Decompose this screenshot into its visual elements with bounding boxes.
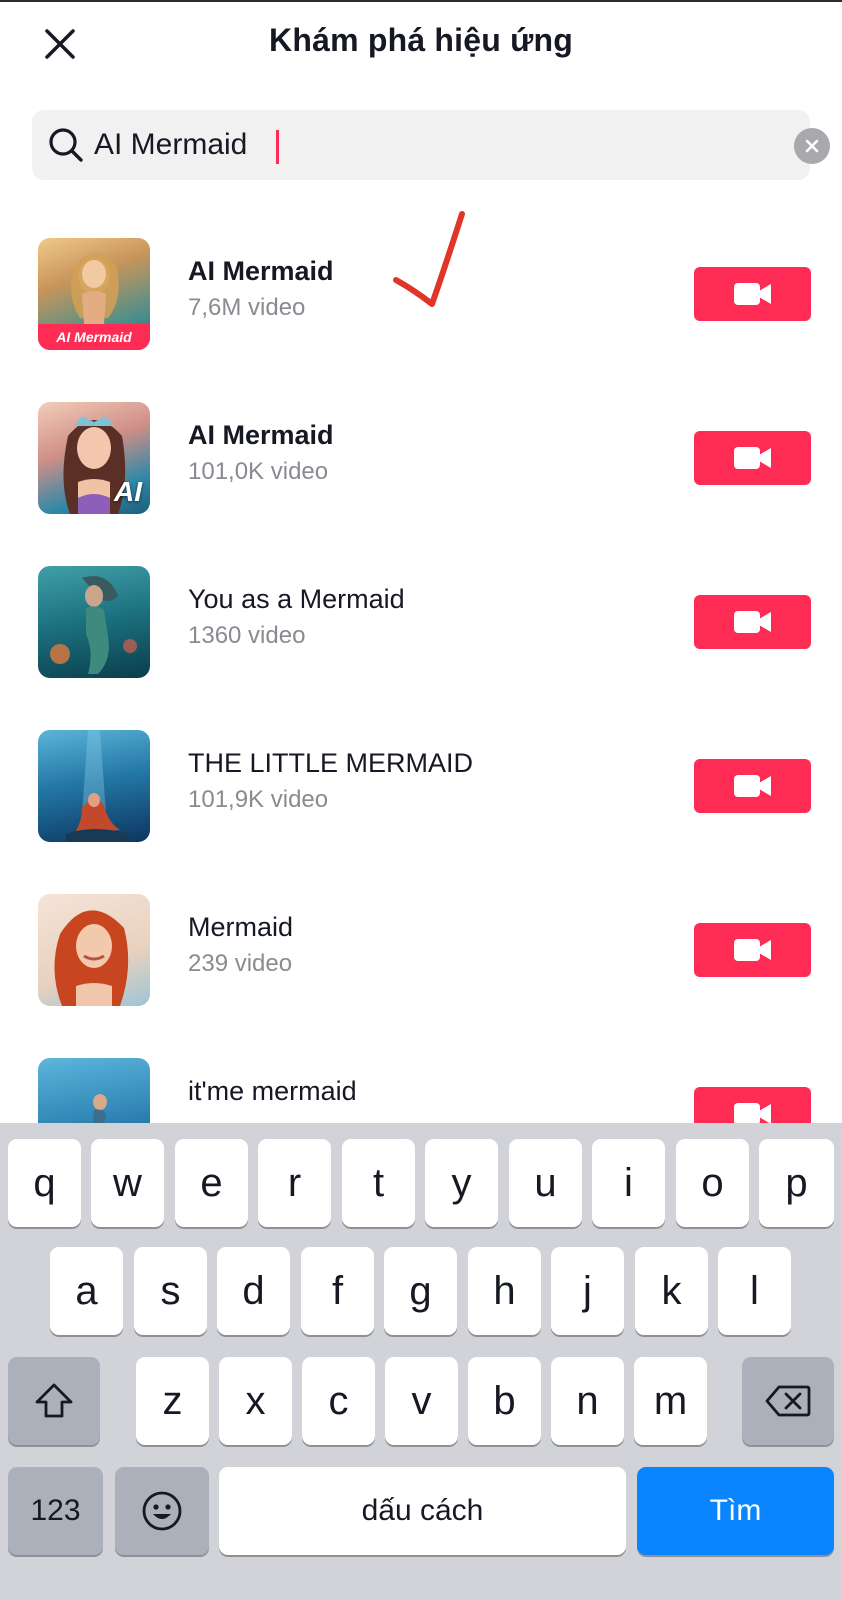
record-button[interactable]: [694, 1087, 811, 1124]
key-o[interactable]: o: [676, 1139, 749, 1227]
key-q[interactable]: q: [8, 1139, 81, 1227]
video-camera-icon: [733, 611, 771, 633]
clear-search-button[interactable]: [794, 128, 830, 164]
search-icon: [49, 128, 83, 162]
record-button[interactable]: [694, 923, 811, 977]
effect-name: You as a Mermaid: [188, 584, 405, 614]
key-c[interactable]: c: [302, 1357, 375, 1445]
checkmark-annotation: [393, 211, 465, 307]
key-z[interactable]: z: [136, 1357, 209, 1445]
key-f[interactable]: f: [301, 1247, 374, 1335]
key-d[interactable]: d: [217, 1247, 290, 1335]
key-p[interactable]: p: [759, 1139, 834, 1227]
key-b[interactable]: b: [468, 1357, 541, 1445]
shift-icon: [35, 1383, 73, 1418]
search-key[interactable]: Tìm: [637, 1467, 834, 1555]
key-u[interactable]: u: [509, 1139, 582, 1227]
page-title: Khám phá hiệu ứng: [269, 22, 573, 58]
key-s[interactable]: s: [134, 1247, 207, 1335]
list-item[interactable]: AI AI Mermaid 101,0K video: [0, 364, 842, 528]
space-key[interactable]: dấu cách: [219, 1467, 626, 1555]
effect-name: Mermaid: [188, 912, 294, 942]
thumbnail-tag: AI: [114, 476, 142, 507]
key-j[interactable]: j: [551, 1247, 624, 1335]
list-item[interactable]: it'me mermaid: [0, 1020, 842, 1124]
key-y[interactable]: y: [425, 1139, 498, 1227]
key-g[interactable]: g: [384, 1247, 457, 1335]
search-input[interactable]: [94, 120, 734, 170]
video-count: 101,9K video: [188, 786, 329, 813]
key-t[interactable]: t: [342, 1139, 415, 1227]
record-button[interactable]: [694, 759, 811, 813]
key-m[interactable]: m: [634, 1357, 707, 1445]
key-i[interactable]: i: [592, 1139, 665, 1227]
effect-thumbnail: AI: [38, 402, 150, 514]
effect-thumbnail: [38, 566, 150, 678]
effect-thumbnail: [38, 894, 150, 1006]
record-button[interactable]: [694, 595, 811, 649]
effects-result-list: AI Mermaid AI Mermaid 7,6M video AI AI M…: [0, 200, 842, 1124]
video-count: 1360 video: [188, 622, 306, 649]
backspace-key[interactable]: [742, 1357, 834, 1445]
on-screen-keyboard: q w e r t y u i o p a s d f g h j k l z …: [0, 1123, 842, 1600]
key-x[interactable]: x: [219, 1357, 292, 1445]
header: Khám phá hiệu ứng: [0, 0, 842, 90]
effect-thumbnail: [38, 730, 150, 842]
video-count: 239 video: [188, 950, 293, 977]
key-e[interactable]: e: [175, 1139, 248, 1227]
key-l[interactable]: l: [718, 1247, 791, 1335]
key-n[interactable]: n: [551, 1357, 624, 1445]
emoji-key[interactable]: [115, 1467, 209, 1555]
effect-name: AI Mermaid: [188, 420, 334, 450]
key-a[interactable]: a: [50, 1247, 123, 1335]
video-camera-icon: [733, 447, 771, 469]
search-bar[interactable]: [32, 110, 830, 180]
video-camera-icon: [733, 939, 771, 961]
key-w[interactable]: w: [91, 1139, 164, 1227]
video-camera-icon: [733, 283, 771, 305]
list-item[interactable]: THE LITTLE MERMAID 101,9K video: [0, 692, 842, 856]
numbers-key[interactable]: 123: [8, 1467, 103, 1555]
backspace-icon: [765, 1385, 811, 1417]
video-count: 7,6M video: [188, 294, 306, 321]
text-cursor: [276, 130, 279, 164]
key-r[interactable]: r: [258, 1139, 331, 1227]
shift-key[interactable]: [8, 1357, 100, 1445]
key-k[interactable]: k: [635, 1247, 708, 1335]
emoji-icon: [142, 1491, 182, 1531]
effect-thumbnail: [38, 1058, 150, 1124]
clear-icon: [805, 139, 819, 153]
video-camera-icon: [733, 1103, 771, 1124]
list-item[interactable]: Mermaid 239 video: [0, 856, 842, 1020]
record-button[interactable]: [694, 431, 811, 485]
key-v[interactable]: v: [385, 1357, 458, 1445]
effect-name: AI Mermaid: [188, 256, 334, 286]
effect-thumbnail: AI Mermaid: [38, 238, 150, 350]
effect-name: it'me mermaid: [188, 1076, 357, 1106]
video-camera-icon: [733, 775, 771, 797]
video-count: 101,0K video: [188, 458, 329, 485]
list-item[interactable]: You as a Mermaid 1360 video: [0, 528, 842, 692]
thumbnail-tag: AI Mermaid: [38, 324, 150, 350]
key-h[interactable]: h: [468, 1247, 541, 1335]
record-button[interactable]: [694, 267, 811, 321]
effect-name: THE LITTLE MERMAID: [188, 748, 474, 778]
